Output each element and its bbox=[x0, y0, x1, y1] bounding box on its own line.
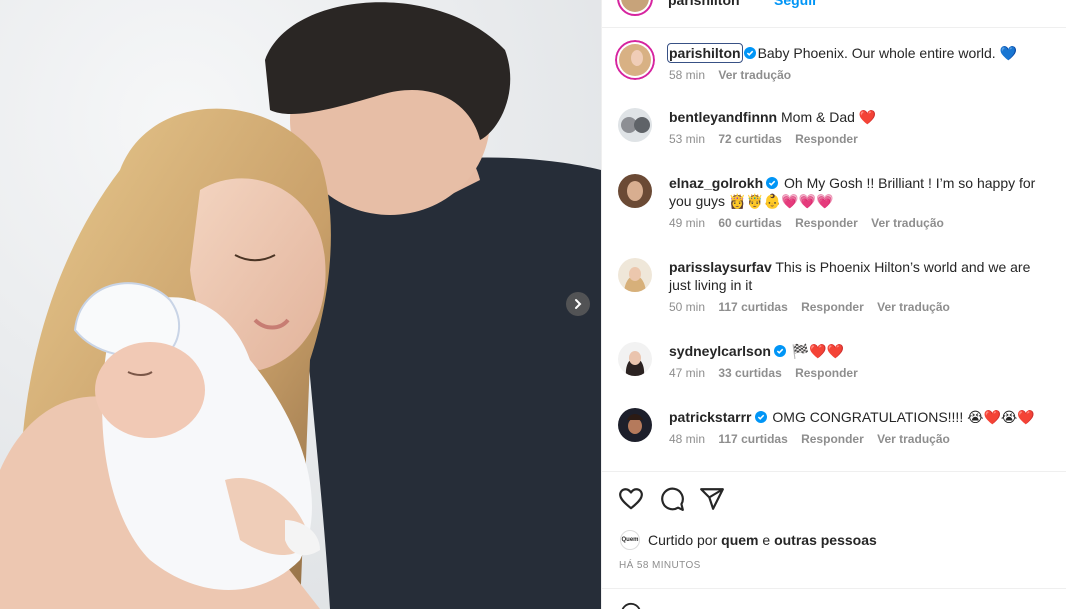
comment-time: 48 min bbox=[669, 432, 706, 446]
commenter-avatar[interactable] bbox=[618, 108, 652, 142]
comment-icon[interactable] bbox=[659, 486, 685, 512]
comment-time: 50 min bbox=[669, 300, 706, 314]
others-link[interactable]: outras pessoas bbox=[774, 532, 877, 548]
comment-text: Mom & Dad ❤️ bbox=[781, 109, 877, 125]
caption-meta: 58 min Ver tradução bbox=[669, 68, 1054, 83]
comment-likes[interactable]: 117 curtidas bbox=[718, 432, 787, 446]
liked-prefix: Curtido por bbox=[648, 532, 718, 548]
post-details-panel: parishilton Seguir parishilton Baby Phoen… bbox=[601, 0, 1066, 609]
post-timestamp[interactable]: HÁ 58 MINUTOS bbox=[619, 560, 701, 571]
photo-scene bbox=[0, 0, 601, 609]
post-photo[interactable] bbox=[0, 0, 601, 609]
caption-translate-button[interactable]: Ver tradução bbox=[718, 68, 791, 82]
verified-badge-icon bbox=[766, 177, 779, 189]
comment-username[interactable]: sydneylcarlson bbox=[669, 343, 771, 359]
comment-time: 47 min bbox=[669, 366, 706, 380]
verified-badge-icon bbox=[754, 411, 767, 423]
caption-avatar[interactable] bbox=[615, 40, 655, 80]
commenter-avatar[interactable] bbox=[618, 174, 652, 208]
liked-joiner: e bbox=[762, 532, 771, 548]
translate-button[interactable]: Ver tradução bbox=[877, 432, 950, 446]
reply-button[interactable]: Responder bbox=[801, 300, 864, 314]
likes-summary[interactable]: Quem Curtido por quem e outras pessoas bbox=[620, 530, 877, 550]
divider bbox=[602, 588, 1066, 589]
caption-time: 58 min bbox=[669, 68, 706, 82]
commenter-avatar[interactable] bbox=[618, 408, 652, 442]
next-photo-button[interactable] bbox=[566, 292, 590, 316]
comment-username[interactable]: elnaz_golrokh bbox=[669, 175, 763, 191]
comment-likes[interactable]: 117 curtidas bbox=[718, 300, 787, 314]
comment-username[interactable]: parisslaysurfav bbox=[669, 259, 772, 275]
translate-button[interactable]: Ver tradução bbox=[877, 300, 950, 314]
liker-name[interactable]: quem bbox=[721, 532, 758, 548]
comment-likes[interactable]: 33 curtidas bbox=[718, 366, 781, 380]
caption-text: Baby Phoenix. Our whole entire world. 💙 bbox=[757, 45, 1018, 61]
liker-avatar[interactable]: Quem bbox=[620, 530, 640, 550]
heart-icon[interactable] bbox=[618, 486, 644, 512]
comment-likes[interactable]: 60 curtidas bbox=[718, 216, 781, 230]
commenter-avatar[interactable] bbox=[618, 342, 652, 376]
follow-button[interactable]: Seguir bbox=[774, 0, 818, 8]
emoji-icon[interactable] bbox=[620, 602, 642, 609]
comment-text: OMG CONGRATULATIONS!!!! 😭❤️😭❤️ bbox=[772, 409, 1035, 425]
comment-likes[interactable]: 72 curtidas bbox=[718, 132, 781, 146]
comment-time: 53 min bbox=[669, 132, 706, 146]
reply-button[interactable]: Responder bbox=[795, 132, 858, 146]
reply-button[interactable]: Responder bbox=[801, 432, 864, 446]
verified-badge-icon bbox=[743, 47, 756, 59]
post-actions: Quem Curtido por quem e outras pessoas H… bbox=[602, 471, 1066, 609]
verified-badge-icon bbox=[773, 345, 786, 357]
post-author-avatar[interactable] bbox=[617, 0, 653, 16]
reply-button[interactable]: Responder bbox=[795, 366, 858, 380]
chevron-right-icon bbox=[575, 299, 582, 309]
share-icon[interactable] bbox=[699, 486, 725, 512]
comment-time: 49 min bbox=[669, 216, 706, 230]
comment-username[interactable]: bentleyandfinnn bbox=[669, 109, 777, 125]
comment-text: 🏁❤️❤️ bbox=[791, 343, 845, 359]
caption-username[interactable]: parishilton bbox=[667, 43, 743, 63]
comment-username[interactable]: patrickstarrr bbox=[669, 409, 752, 425]
post-author-username[interactable]: parishilton bbox=[668, 0, 740, 8]
post-header: parishilton Seguir bbox=[602, 0, 1066, 28]
translate-button[interactable]: Ver tradução bbox=[871, 216, 944, 230]
reply-button[interactable]: Responder bbox=[795, 216, 858, 230]
commenter-avatar[interactable] bbox=[618, 258, 652, 292]
